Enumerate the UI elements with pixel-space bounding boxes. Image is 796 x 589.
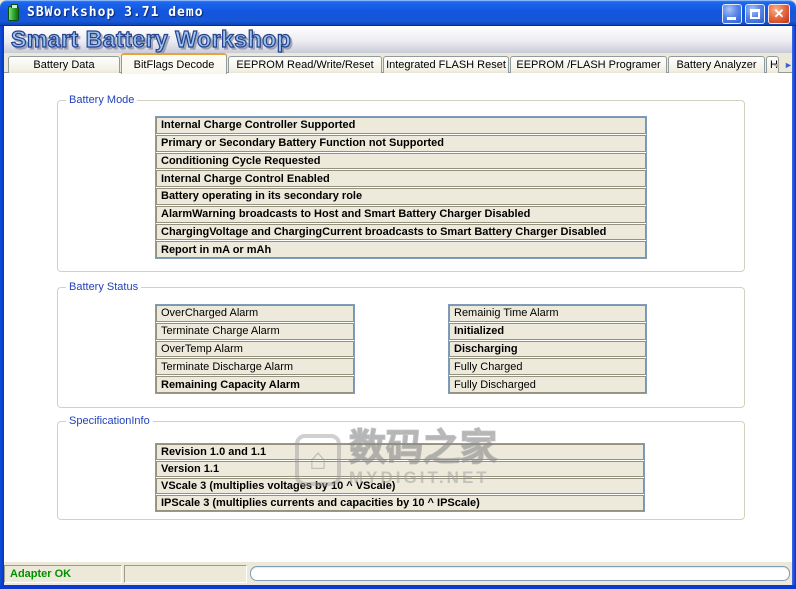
- battery-status-row: Remaining Capacity Alarm: [156, 376, 354, 393]
- tab-scroll-left-button[interactable]: ◄: [771, 59, 782, 72]
- battery-icon: [8, 6, 19, 21]
- battery-mode-row: Internal Charge Controller Supported: [156, 117, 646, 134]
- battery-status-row: Fully Charged: [449, 358, 646, 375]
- battery-status-row: OverTemp Alarm: [156, 341, 354, 358]
- status-bar: Adapter OK: [4, 562, 792, 585]
- battery-status-row: Fully Discharged: [449, 376, 646, 393]
- group-specification-info-label: SpecificationInfo: [66, 414, 153, 428]
- battery-status-row: OverCharged Alarm: [156, 305, 354, 322]
- tab-eeprom-flash-programer[interactable]: EEPROM /FLASH Programer: [510, 56, 667, 73]
- specification-info-row: VScale 3 (multiplies voltages by 10 ^ VS…: [156, 478, 644, 494]
- battery-mode-row: Internal Charge Control Enabled: [156, 170, 646, 187]
- logo-banner: Smart Battery Workshop: [4, 26, 792, 53]
- window-title: SBWorkshop 3.71 demo: [27, 0, 204, 26]
- battery-status-row: Discharging: [449, 341, 646, 358]
- tab-label: EEPROM Read/Write/Reset: [236, 59, 373, 71]
- window-border-left: [0, 26, 4, 589]
- battery-status-row: Terminate Discharge Alarm: [156, 358, 354, 375]
- status-progress-field: [250, 566, 790, 581]
- tab-label: BitFlags Decode: [134, 59, 215, 71]
- specification-info-row: Revision 1.0 and 1.1: [156, 444, 644, 460]
- status-panel-empty: [124, 565, 247, 583]
- adapter-status-text: Adapter OK: [5, 566, 121, 582]
- battery-mode-row: ChargingVoltage and ChargingCurrent broa…: [156, 224, 646, 241]
- tab-integrated-flash-reset[interactable]: Integrated FLASH Reset: [383, 56, 509, 73]
- tab-strip: Battery Data BitFlags Decode EEPROM Read…: [4, 53, 792, 73]
- maximize-icon: [750, 9, 760, 19]
- group-battery-status-label: Battery Status: [66, 280, 141, 294]
- battery-status-row: Initialized: [449, 323, 646, 340]
- tab-battery-analyzer[interactable]: Battery Analyzer: [668, 56, 765, 73]
- status-panel-adapter: Adapter OK: [4, 565, 122, 583]
- tab-battery-data[interactable]: Battery Data: [8, 56, 120, 73]
- window-border-bottom: [0, 585, 796, 589]
- close-button[interactable]: ✕: [768, 4, 790, 24]
- battery-status-row: Remainig Time Alarm: [449, 305, 646, 322]
- battery-mode-row: Conditioning Cycle Requested: [156, 153, 646, 170]
- specification-info-table: Revision 1.0 and 1.1 Version 1.1 VScale …: [155, 443, 645, 512]
- tab-bitflags-decode[interactable]: BitFlags Decode: [121, 53, 227, 74]
- tab-eeprom-read-write-reset[interactable]: EEPROM Read/Write/Reset: [228, 56, 382, 73]
- battery-mode-row: Primary or Secondary Battery Function no…: [156, 135, 646, 152]
- tab-label: Battery Data: [33, 59, 94, 71]
- window-titlebar: SBWorkshop 3.71 demo ✕: [0, 0, 796, 26]
- group-battery-mode-label: Battery Mode: [66, 93, 137, 107]
- battery-status-left-table: OverCharged Alarm Terminate Charge Alarm…: [155, 304, 355, 394]
- maximize-button[interactable]: [745, 4, 765, 24]
- app-logo-text: Smart Battery Workshop: [11, 26, 792, 52]
- tab-page-bitflags-decode: Battery Mode Internal Charge Controller …: [4, 73, 792, 562]
- specification-info-row: IPScale 3 (multiplies currents and capac…: [156, 495, 644, 511]
- minimize-button[interactable]: [722, 4, 742, 24]
- close-icon: ✕: [774, 6, 785, 21]
- battery-mode-row: Report in mA or mAh: [156, 241, 646, 258]
- battery-mode-row: Battery operating in its secondary role: [156, 188, 646, 205]
- battery-mode-row: AlarmWarning broadcasts to Host and Smar…: [156, 206, 646, 223]
- tab-label: Integrated FLASH Reset: [386, 59, 506, 71]
- battery-status-row: Terminate Charge Alarm: [156, 323, 354, 340]
- battery-mode-table: Internal Charge Controller Supported Pri…: [155, 116, 647, 259]
- window-border-right: [792, 26, 796, 589]
- specification-info-row: Version 1.1: [156, 461, 644, 477]
- tab-label: Battery Analyzer: [676, 59, 756, 71]
- tab-label: EEPROM /FLASH Programer: [516, 59, 660, 71]
- battery-status-right-table: Remainig Time Alarm Initialized Discharg…: [448, 304, 647, 394]
- minimize-icon: [727, 17, 736, 20]
